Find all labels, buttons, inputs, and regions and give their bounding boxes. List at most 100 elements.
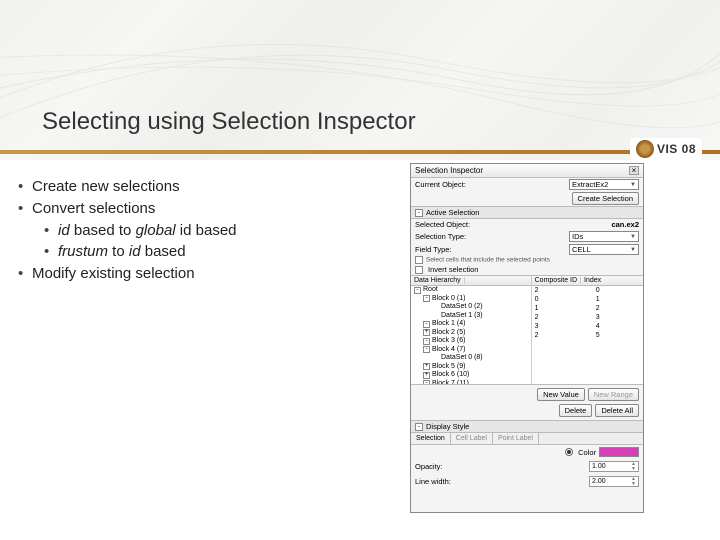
- tab-point-label[interactable]: Point Label: [493, 433, 539, 444]
- bullet-item: Create new selections: [14, 176, 237, 198]
- chevron-down-icon: ▼: [630, 247, 636, 253]
- text: id based: [176, 222, 237, 239]
- tree-item-label: Block 7 (11): [432, 380, 469, 385]
- cell-index: 0: [596, 286, 600, 295]
- tree-toggle-icon: -: [414, 287, 421, 294]
- display-style-header[interactable]: - Display Style: [411, 420, 643, 433]
- data-row[interactable]: 12: [532, 304, 643, 313]
- tab-cell-label[interactable]: Cell Label: [451, 433, 493, 444]
- invert-checkbox[interactable]: [415, 266, 423, 274]
- checkbox-description: Select cells that include the selected p…: [411, 256, 643, 264]
- linewidth-label: Line width:: [415, 477, 451, 486]
- italic-text: frustum: [58, 243, 108, 260]
- current-object-select[interactable]: ExtractEx2 ▼: [569, 179, 639, 190]
- selection-inspector-panel: Selection Inspector × Current Object: Ex…: [410, 163, 644, 513]
- section-label: Active Selection: [426, 208, 479, 217]
- field-type-value: CELL: [572, 245, 591, 254]
- col-index: Index: [581, 277, 604, 284]
- tree-item-label: DataSet 0 (2): [441, 303, 483, 312]
- vis08-logo: VIS 08: [630, 138, 702, 160]
- tree-toggle-icon: +: [423, 329, 430, 336]
- cell-composite: 2: [535, 331, 596, 340]
- field-type-select[interactable]: CELL ▼: [569, 244, 639, 255]
- tree-toggle-icon: -: [423, 321, 430, 328]
- close-icon[interactable]: ×: [629, 166, 639, 175]
- tree-item-label: Block 5 (9): [432, 363, 465, 372]
- tree-toggle-icon: -: [423, 295, 430, 302]
- tree-item[interactable]: -Block 7 (11): [411, 380, 531, 385]
- logo-swirl-icon: [636, 140, 654, 158]
- cell-index: 2: [596, 304, 600, 313]
- tree-toggle-icon: +: [423, 372, 430, 379]
- tree-item-label: Block 3 (6): [432, 337, 465, 346]
- tree-item[interactable]: +Block 6 (10): [411, 371, 531, 380]
- new-range-button[interactable]: New Range: [588, 388, 639, 401]
- tree-item[interactable]: -Block 4 (7): [411, 346, 531, 355]
- tree-item-label: Block 1 (4): [432, 320, 465, 329]
- delete-button[interactable]: Delete: [559, 404, 593, 417]
- text: to: [108, 243, 129, 260]
- text: based to: [70, 222, 136, 239]
- invert-selection-label: Invert selection: [428, 265, 478, 274]
- selection-type-select[interactable]: IDs▼: [569, 231, 639, 242]
- data-row[interactable]: 01: [532, 295, 643, 304]
- tree-item-label: Root: [423, 286, 438, 295]
- active-selection-header[interactable]: - Active Selection: [411, 206, 643, 219]
- color-swatch[interactable]: [599, 447, 639, 457]
- text: based: [141, 243, 186, 260]
- tree-toggle-icon: +: [423, 363, 430, 370]
- tree-item[interactable]: DataSet 0 (8): [411, 354, 531, 363]
- selected-object-label: Selected Object:: [415, 220, 470, 229]
- tree-item-label: Block 4 (7): [432, 346, 465, 355]
- tab-selection[interactable]: Selection: [411, 433, 451, 444]
- checkbox-icon[interactable]: [415, 256, 423, 264]
- create-selection-button[interactable]: Create Selection: [572, 192, 639, 205]
- tree-item[interactable]: -Root: [411, 286, 531, 295]
- cell-index: 4: [596, 322, 600, 331]
- chevron-down-icon: ▼: [630, 182, 636, 188]
- bullet-item: Convert selections: [14, 198, 237, 220]
- tree-item-label: Block 2 (5): [432, 329, 465, 338]
- tree-header: Data Hierarchy: [411, 276, 531, 286]
- data-row[interactable]: 20: [532, 286, 643, 295]
- tree-item[interactable]: -Block 3 (6): [411, 337, 531, 346]
- bullet-list: Create new selections Convert selections…: [14, 176, 237, 285]
- tree-item[interactable]: +Block 5 (9): [411, 363, 531, 372]
- col-composite: Composite ID: [535, 277, 581, 284]
- cell-composite: 0: [535, 295, 596, 304]
- delete-all-button[interactable]: Delete All: [595, 404, 639, 417]
- new-value-button[interactable]: New Value: [537, 388, 585, 401]
- logo-text: VIS 08: [657, 142, 696, 156]
- panel-title-text: Selection Inspector: [415, 166, 483, 175]
- italic-text: global: [136, 222, 176, 239]
- collapse-icon: -: [415, 423, 423, 431]
- bullet-subitem: frustum to id based: [14, 241, 237, 263]
- tree-item[interactable]: DataSet 0 (2): [411, 303, 531, 312]
- tree-item[interactable]: -Block 1 (4): [411, 320, 531, 329]
- cell-composite: 2: [535, 286, 596, 295]
- data-row[interactable]: 34: [532, 322, 643, 331]
- tree-toggle-icon: -: [423, 346, 430, 353]
- background-lines: [0, 0, 720, 160]
- selection-type-label: Selection Type:: [415, 232, 466, 241]
- panel-titlebar: Selection Inspector ×: [411, 164, 643, 178]
- color-radio[interactable]: [565, 448, 573, 456]
- linewidth-field[interactable]: 2.00▲▼: [589, 476, 639, 487]
- color-label: Color: [578, 448, 596, 457]
- data-row[interactable]: 25: [532, 331, 643, 340]
- cell-composite: 3: [535, 322, 596, 331]
- italic-text: id: [129, 243, 141, 260]
- tree-item[interactable]: DataSet 1 (3): [411, 312, 531, 321]
- opacity-field[interactable]: 1.00▲▼: [589, 461, 639, 472]
- tree-item[interactable]: -Block 0 (1): [411, 295, 531, 304]
- selected-object-value: can.ex2: [611, 220, 639, 229]
- current-object-value: ExtractEx2: [572, 180, 608, 189]
- slide-title: Selecting using Selection Inspector: [42, 108, 416, 136]
- tree-item-label: Block 6 (10): [432, 371, 469, 380]
- current-object-label: Current Object:: [415, 180, 466, 189]
- data-row[interactable]: 23: [532, 313, 643, 322]
- tree-item[interactable]: +Block 2 (5): [411, 329, 531, 338]
- collapse-icon: -: [415, 209, 423, 217]
- spinner-icon: ▲▼: [631, 477, 636, 487]
- tree-item-label: Block 0 (1): [432, 295, 465, 304]
